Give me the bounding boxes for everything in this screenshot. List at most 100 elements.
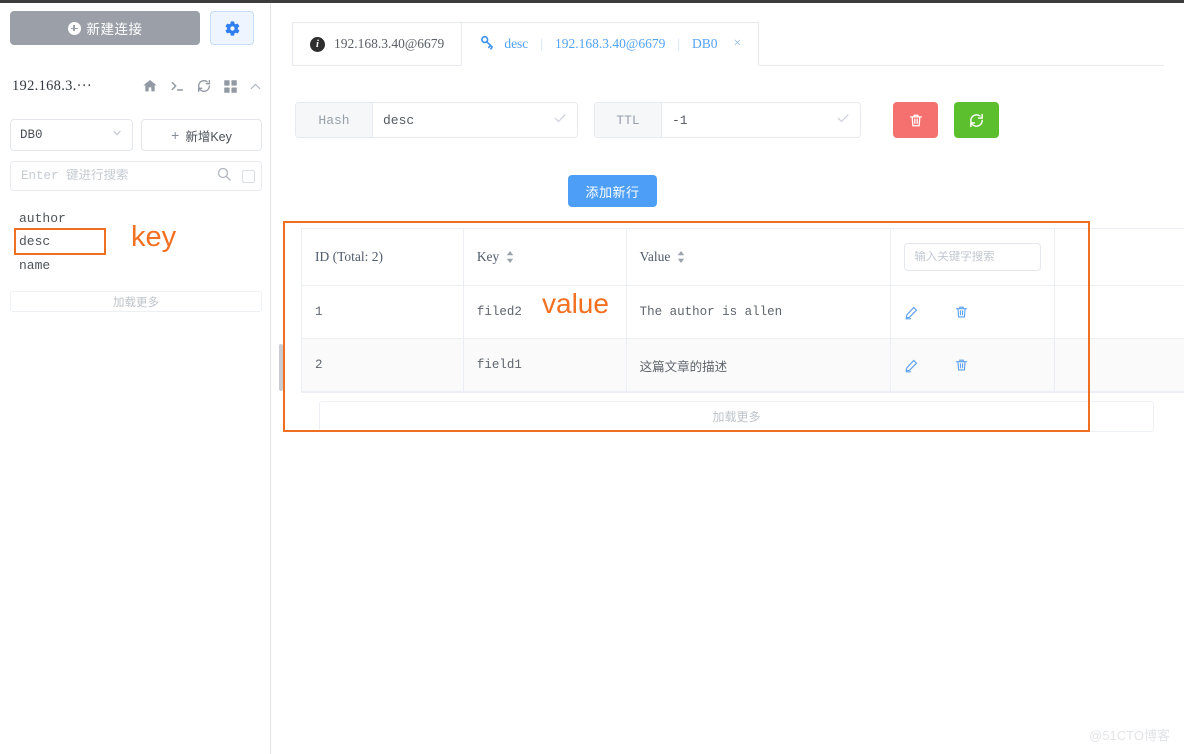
- pencil-icon: [904, 358, 919, 373]
- ttl-value: -1: [672, 113, 688, 128]
- key-type-label: Hash: [296, 103, 373, 137]
- cell-id: 1: [302, 286, 464, 339]
- cell-tail: [1055, 286, 1184, 339]
- table-row[interactable]: 2 field1 这篇文章的描述: [302, 339, 1184, 392]
- trash-icon: [954, 357, 969, 373]
- key-name-input[interactable]: desc: [373, 103, 577, 137]
- sidebar-top-actions: 新建连接: [10, 11, 254, 45]
- edit-row-button[interactable]: [904, 358, 919, 373]
- refresh-icon[interactable]: [196, 78, 212, 94]
- table-header-row: ID (Total: 2) Key Value: [302, 229, 1184, 286]
- cell-tail: [1055, 339, 1184, 392]
- trash-icon: [954, 304, 969, 320]
- pencil-icon: [904, 305, 919, 320]
- cell-actions: [891, 286, 1055, 339]
- tab-label-key: desc: [504, 36, 528, 52]
- check-icon[interactable]: [553, 111, 567, 130]
- key-name-value: desc: [383, 113, 414, 128]
- close-icon[interactable]: ×: [734, 36, 742, 52]
- ttl-field-group: TTL -1: [594, 102, 861, 138]
- db-select[interactable]: DB0: [10, 119, 133, 151]
- ttl-label: TTL: [595, 103, 662, 137]
- sidebar-load-more-label: 加载更多: [113, 294, 159, 310]
- list-item[interactable]: name: [10, 253, 262, 277]
- key-name-field-group: Hash desc: [295, 102, 578, 138]
- tab-separator: |: [677, 36, 680, 52]
- key-icon: [479, 34, 495, 54]
- key-label: desc: [19, 234, 50, 249]
- add-row-button[interactable]: 添加新行: [568, 175, 657, 207]
- home-icon[interactable]: [142, 78, 158, 94]
- ttl-input[interactable]: -1: [662, 103, 860, 137]
- table-header-key[interactable]: Key: [464, 229, 627, 286]
- list-item-selected[interactable]: desc: [16, 230, 104, 253]
- table-header-value[interactable]: Value: [627, 229, 892, 286]
- tab-connection-info[interactable]: i 192.168.3.40@6679: [292, 22, 461, 66]
- cell-id: 2: [302, 339, 464, 392]
- db-select-value: DB0: [20, 128, 43, 142]
- table-row[interactable]: 1 filed2 The author is allen: [302, 286, 1184, 339]
- plus-circle-icon: [68, 22, 81, 35]
- table-load-more-label: 加载更多: [712, 408, 760, 425]
- gear-icon: [224, 20, 241, 37]
- cell-actions: [891, 339, 1055, 392]
- sort-arrows-icon[interactable]: [505, 250, 515, 264]
- info-icon: i: [310, 37, 325, 52]
- delete-key-button[interactable]: [893, 102, 938, 138]
- connection-header: 192.168.3.···: [12, 73, 262, 99]
- annotation-value-label: value: [542, 288, 609, 320]
- connection-icon-group: [142, 78, 262, 94]
- table-keyword-search-input[interactable]: [914, 251, 1031, 263]
- table-body: 1 filed2 The author is allen 2: [302, 286, 1184, 392]
- trash-icon: [908, 112, 924, 129]
- cell-value: The author is allen: [627, 286, 892, 339]
- table-header-actions: [891, 229, 1055, 286]
- add-key-button[interactable]: + 新增Key: [141, 119, 262, 151]
- table-header-value-label: Value: [640, 249, 671, 265]
- tab-bar: i 192.168.3.40@6679 desc | 192.168.3.40@…: [292, 22, 1164, 66]
- table-header-key-label: Key: [477, 249, 500, 265]
- tab-separator: |: [540, 36, 543, 52]
- delete-row-button[interactable]: [954, 357, 969, 373]
- new-connection-label: 新建连接: [87, 18, 143, 38]
- chevron-down-icon: [111, 127, 123, 143]
- tab-label-host: 192.168.3.40@6679: [555, 36, 665, 52]
- terminal-icon[interactable]: [169, 78, 185, 94]
- tab-key-desc[interactable]: desc | 192.168.3.40@6679 | DB0 ×: [461, 22, 759, 66]
- main-panel: i 192.168.3.40@6679 desc | 192.168.3.40@…: [272, 3, 1184, 754]
- sort-arrows-icon[interactable]: [676, 250, 686, 264]
- settings-button[interactable]: [210, 11, 254, 45]
- chevron-up-icon[interactable]: [249, 80, 262, 93]
- check-icon[interactable]: [836, 111, 850, 130]
- key-search-checkbox[interactable]: [242, 170, 255, 183]
- delete-row-button[interactable]: [954, 304, 969, 320]
- table-header-id: ID (Total: 2): [302, 229, 464, 286]
- grid-icon[interactable]: [223, 79, 238, 94]
- add-key-label: 新增Key: [185, 126, 232, 145]
- sidebar-load-more-button[interactable]: 加载更多: [10, 291, 262, 312]
- sidebar: 新建连接 192.168.3.···: [0, 3, 271, 754]
- key-search-input[interactable]: [21, 169, 216, 183]
- refresh-icon: [968, 112, 985, 129]
- watermark: @51CTO博客: [1089, 725, 1170, 744]
- plus-icon: +: [171, 128, 179, 142]
- cell-key: field1: [464, 339, 627, 392]
- connection-name: 192.168.3.···: [12, 78, 92, 95]
- cell-value: 这篇文章的描述: [627, 339, 892, 392]
- vertical-scrollbar[interactable]: [279, 344, 283, 391]
- key-label: name: [19, 258, 50, 273]
- hash-field-table: ID (Total: 2) Key Value: [301, 228, 1184, 393]
- key-label: author: [19, 211, 66, 226]
- search-icon[interactable]: [216, 166, 232, 187]
- db-controls-row: DB0 + 新增Key: [10, 119, 262, 151]
- key-search-box[interactable]: [10, 161, 262, 191]
- table-keyword-search-box[interactable]: [904, 243, 1041, 271]
- annotation-key-label: key: [131, 221, 176, 254]
- new-connection-button[interactable]: 新建连接: [10, 11, 200, 45]
- refresh-key-button[interactable]: [954, 102, 999, 138]
- tab-label-db: DB0: [692, 36, 718, 52]
- table-load-more-button[interactable]: 加载更多: [319, 401, 1154, 432]
- key-toolbar: Hash desc TTL -1: [295, 102, 999, 138]
- table-header-tail: [1055, 229, 1184, 286]
- edit-row-button[interactable]: [904, 305, 919, 320]
